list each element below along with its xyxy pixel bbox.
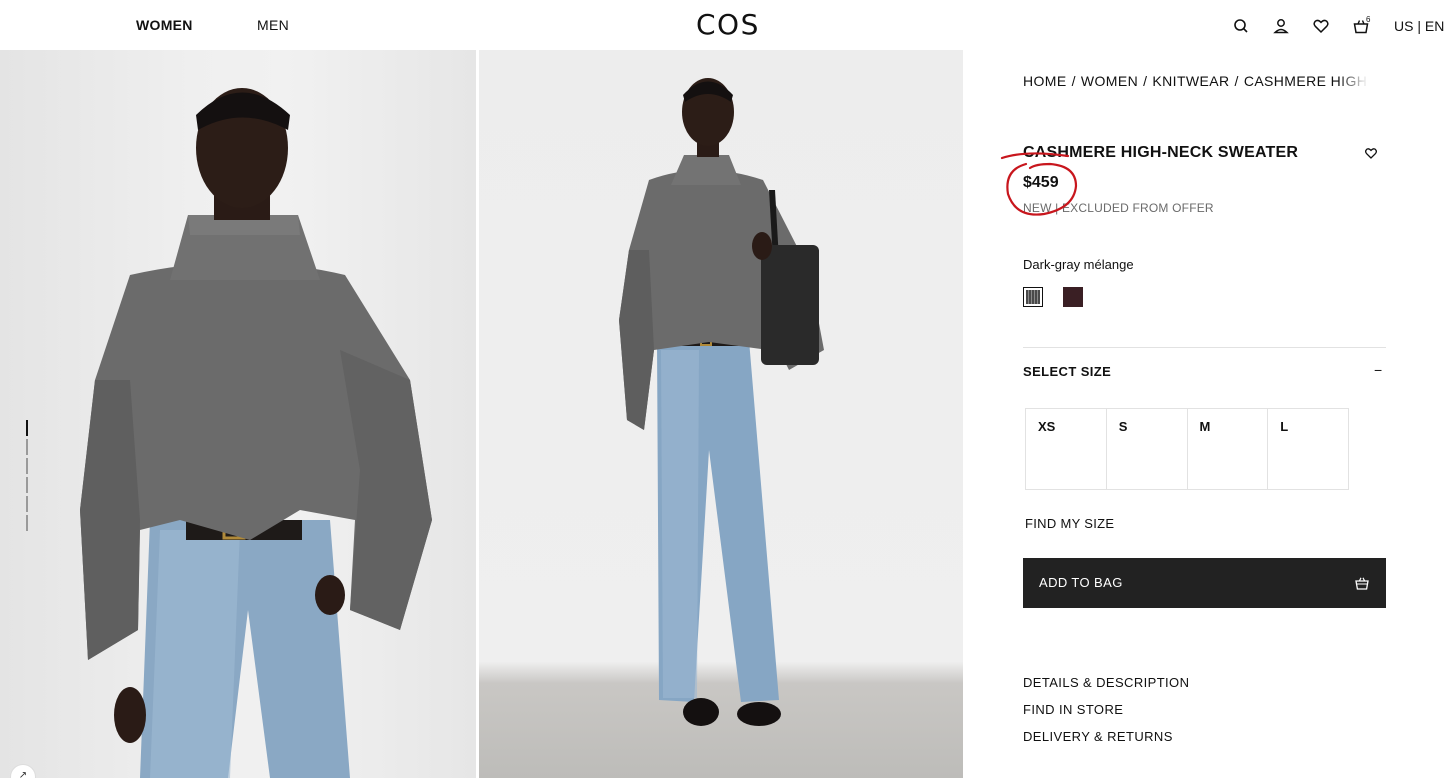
swatch-fill: [1026, 290, 1040, 304]
size-option-s[interactable]: S: [1107, 409, 1188, 489]
color-swatch-burgundy[interactable]: [1063, 287, 1083, 307]
breadcrumb-separator: /: [1234, 73, 1239, 89]
size-option-l[interactable]: L: [1268, 409, 1348, 489]
swatch-fill: [1063, 287, 1083, 307]
price-annotation-circle: [1000, 152, 1078, 216]
breadcrumb-home[interactable]: HOME: [1023, 73, 1067, 89]
breadcrumb-separator: /: [1071, 73, 1076, 89]
delivery-returns-link[interactable]: DELIVERY & RETURNS: [1023, 729, 1173, 744]
select-size-toggle[interactable]: SELECT SIZE: [1023, 364, 1111, 379]
gallery-dot[interactable]: [26, 496, 28, 512]
size-option-xs[interactable]: XS: [1026, 409, 1107, 489]
product-image-front[interactable]: [0, 50, 476, 778]
size-option-m[interactable]: M: [1188, 409, 1269, 489]
nav-women[interactable]: WOMEN: [136, 17, 193, 33]
gallery-dot[interactable]: [26, 477, 28, 493]
nav-men[interactable]: MEN: [257, 17, 289, 33]
gallery-dot-active[interactable]: [26, 420, 28, 436]
add-to-wishlist-heart-icon[interactable]: [1364, 146, 1378, 160]
find-my-size-link[interactable]: FIND MY SIZE: [1025, 516, 1114, 531]
add-to-bag-button[interactable]: ADD TO BAG: [1023, 558, 1386, 608]
brand-logo[interactable]: COS: [696, 8, 760, 41]
collapse-minus-icon[interactable]: −: [1374, 362, 1382, 378]
breadcrumb-women[interactable]: WOMEN: [1081, 73, 1138, 89]
details-description-link[interactable]: DETAILS & DESCRIPTION: [1023, 675, 1189, 690]
gallery-dot[interactable]: [26, 439, 28, 455]
section-divider: [1023, 347, 1386, 348]
product-image-full-length[interactable]: [479, 50, 963, 778]
breadcrumb-fade: [1338, 73, 1368, 89]
gallery-dot[interactable]: [26, 515, 28, 531]
selected-color-name: Dark-gray mélange: [1023, 257, 1134, 272]
expand-icon: ↗: [18, 770, 28, 778]
gallery-dot[interactable]: [26, 458, 28, 474]
gallery-pagination: [26, 420, 30, 534]
heart-icon[interactable]: [1312, 17, 1330, 35]
locale-selector[interactable]: US | EN: [1394, 18, 1444, 34]
breadcrumb-knitwear[interactable]: KNITWEAR: [1152, 73, 1229, 89]
find-in-store-link[interactable]: FIND IN STORE: [1023, 702, 1123, 717]
add-to-bag-label: ADD TO BAG: [1039, 575, 1123, 590]
breadcrumb: HOME/WOMEN/KNITWEAR/CASHMERE HIGH NECK S…: [1023, 73, 1368, 89]
bag-count-badge: 6: [1366, 15, 1371, 24]
size-grid: XS S M L: [1025, 408, 1349, 490]
search-icon[interactable]: [1232, 17, 1250, 35]
basket-icon: [1354, 575, 1370, 591]
color-swatch-dark-gray[interactable]: [1023, 287, 1043, 307]
breadcrumb-separator: /: [1143, 73, 1148, 89]
site-header: WOMEN MEN COS 6 US | EN: [0, 0, 1456, 50]
account-icon[interactable]: [1272, 17, 1290, 35]
